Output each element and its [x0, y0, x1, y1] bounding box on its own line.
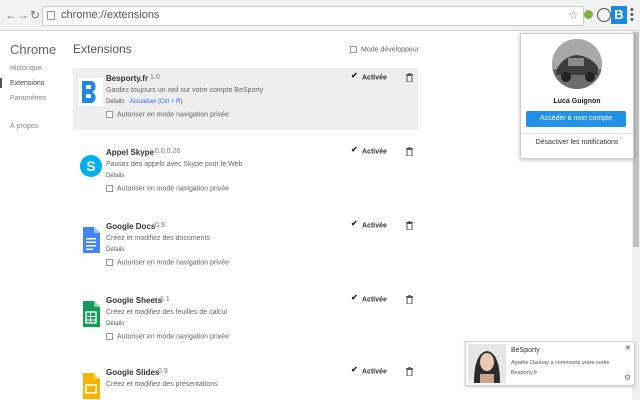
- trash-icon[interactable]: [406, 73, 413, 82]
- enabled-toggle[interactable]: Activée: [351, 145, 387, 156]
- incognito-option[interactable]: Autoriser en mode navigation privée: [106, 259, 229, 266]
- enabled-toggle[interactable]: Activée: [351, 219, 387, 230]
- sidebar-item-settings[interactable]: Paramètres: [10, 95, 46, 102]
- account-popup: Luca Guignon Accéder à mon compte Désact…: [520, 33, 634, 159]
- extension-green-icon[interactable]: [584, 10, 593, 19]
- enabled-toggle[interactable]: Activée: [351, 365, 387, 376]
- extension-item-skype: S Appel Skype 0.0.0.26 Passez des appels…: [73, 142, 418, 204]
- incognito-option[interactable]: Autoriser en mode navigation privée: [106, 333, 229, 340]
- incognito-checkbox[interactable]: [106, 185, 113, 192]
- extension-version: 0.9: [155, 222, 165, 229]
- extension-version: 1.0: [150, 74, 160, 81]
- access-account-button[interactable]: Accéder à mon compte: [526, 111, 626, 127]
- extension-name: Appel Skype: [106, 148, 155, 157]
- url-text: chrome://extensions: [61, 9, 160, 21]
- incognito-checkbox[interactable]: [106, 111, 113, 118]
- notification-title: BeSporty: [511, 347, 540, 354]
- bookmark-star-icon[interactable]: ☆: [568, 8, 579, 22]
- extension-name: Besporty.fr: [106, 74, 149, 83]
- avatar-photo-icon: [552, 39, 602, 89]
- enabled-toggle[interactable]: Activée: [351, 293, 387, 304]
- extension-item-google-sheets: Google Sheets 1.1 Créez et modifiez des …: [73, 290, 418, 352]
- disable-notifications-link[interactable]: Désactiver les notifications: [521, 139, 633, 146]
- trash-icon[interactable]: [406, 295, 413, 304]
- close-icon[interactable]: ✕: [625, 344, 631, 352]
- skype-logo-icon: S: [80, 155, 102, 177]
- enabled-checkbox[interactable]: [351, 219, 358, 229]
- details-link[interactable]: Détails: [106, 321, 124, 327]
- extension-version: 0.9: [158, 368, 168, 375]
- sidebar-item-history[interactable]: Historique: [10, 65, 42, 72]
- popup-divider: [521, 133, 633, 134]
- extension-item-besporty: Besporty.fr 1.0 Gardez toujours un oeil …: [73, 68, 418, 130]
- avatar: [552, 39, 602, 89]
- enabled-checkbox[interactable]: [351, 293, 358, 303]
- besporty-toolbar-icon[interactable]: B: [611, 6, 627, 24]
- details-link[interactable]: Détails: [106, 247, 124, 253]
- details-link[interactable]: Détails: [106, 99, 124, 105]
- trash-icon[interactable]: [406, 367, 413, 376]
- enabled-label: Activée: [362, 222, 387, 230]
- skype-toolbar-icon[interactable]: [597, 8, 611, 22]
- enabled-label: Activée: [362, 368, 387, 376]
- incognito-label: Autoriser en mode navigation privée: [117, 259, 230, 267]
- trash-icon[interactable]: [406, 221, 413, 230]
- svg-text:S: S: [86, 158, 95, 174]
- trash-icon[interactable]: [406, 147, 413, 156]
- extension-description: Créez et modifiez des présentations: [106, 381, 218, 388]
- extension-description: Gardez toujours un oeil sur votre compte…: [106, 87, 264, 94]
- developer-mode-toggle[interactable]: Mode développeur: [350, 46, 419, 53]
- address-bar[interactable]: chrome://extensions ☆: [42, 6, 584, 26]
- gear-icon[interactable]: ⚙: [624, 373, 631, 382]
- enabled-checkbox[interactable]: [351, 365, 358, 375]
- google-sheets-logo-icon: [83, 301, 100, 327]
- page-title: Extensions: [73, 42, 132, 56]
- incognito-option[interactable]: Autoriser en mode navigation privée: [106, 111, 229, 118]
- enabled-label: Activée: [362, 296, 387, 304]
- incognito-checkbox[interactable]: [106, 259, 113, 266]
- enabled-checkbox[interactable]: [351, 71, 358, 81]
- extension-version: 1.1: [160, 296, 170, 303]
- enabled-toggle[interactable]: Activée: [351, 71, 387, 82]
- sidebar-item-extensions[interactable]: Extensions: [10, 80, 44, 87]
- enabled-label: Activée: [362, 148, 387, 156]
- enabled-label: Activée: [362, 74, 387, 82]
- extension-item-google-docs: Google Docs 0.9 Créez et modifiez des do…: [73, 216, 418, 278]
- incognito-checkbox[interactable]: [106, 333, 113, 340]
- notification-toast[interactable]: BeSporty Agathe Daunay a commenté votre …: [465, 341, 635, 386]
- extension-name: Google Sheets: [106, 296, 163, 305]
- extension-description: Passez des appels avec Skype pour le Web: [106, 161, 243, 168]
- google-slides-logo-icon: [83, 373, 100, 399]
- user-name: Luca Guignon: [553, 98, 601, 105]
- extension-version: 0.0.0.26: [155, 148, 181, 155]
- extension-name: Google Slides: [106, 368, 160, 377]
- besporty-logo-icon: [79, 78, 103, 106]
- developer-mode-checkbox[interactable]: [350, 46, 357, 53]
- user-photo-icon: [468, 344, 506, 383]
- page-icon: [47, 11, 55, 20]
- notification-source: Besporty.fr: [511, 370, 538, 376]
- menu-icon[interactable]: • • •: [630, 5, 636, 26]
- extension-item-google-slides: Google Slides 0.9 Créez et modifiez des …: [73, 362, 418, 400]
- update-link[interactable]: Actualiser (Ctrl + R): [130, 99, 183, 105]
- extension-name: Google Docs: [106, 222, 156, 231]
- notification-message: Agathe Daunay a commenté votre sortie: [511, 360, 610, 366]
- sidebar-item-about[interactable]: À propos: [10, 123, 38, 130]
- browser-toolbar: ← → ↻ chrome://extensions ☆ B • • •: [0, 0, 640, 31]
- incognito-option[interactable]: Autoriser en mode navigation privée: [106, 185, 229, 192]
- enabled-checkbox[interactable]: [351, 145, 358, 155]
- details-link[interactable]: Détails: [106, 173, 124, 179]
- incognito-label: Autoriser en mode navigation privée: [117, 111, 230, 119]
- reload-icon[interactable]: ↻: [28, 8, 42, 22]
- extension-description: Créez et modifiez des documents: [106, 235, 210, 242]
- sidebar-selection-indicator: [0, 78, 2, 88]
- google-docs-logo-icon: [83, 227, 100, 253]
- incognito-label: Autoriser en mode navigation privée: [117, 185, 230, 193]
- extension-description: Créez et modifiez des feuilles de calcul: [106, 309, 228, 316]
- sidebar-title: Chrome: [10, 42, 57, 57]
- developer-mode-label: Mode développeur: [361, 46, 419, 54]
- incognito-label: Autoriser en mode navigation privée: [117, 333, 230, 341]
- notification-avatar: [468, 344, 506, 383]
